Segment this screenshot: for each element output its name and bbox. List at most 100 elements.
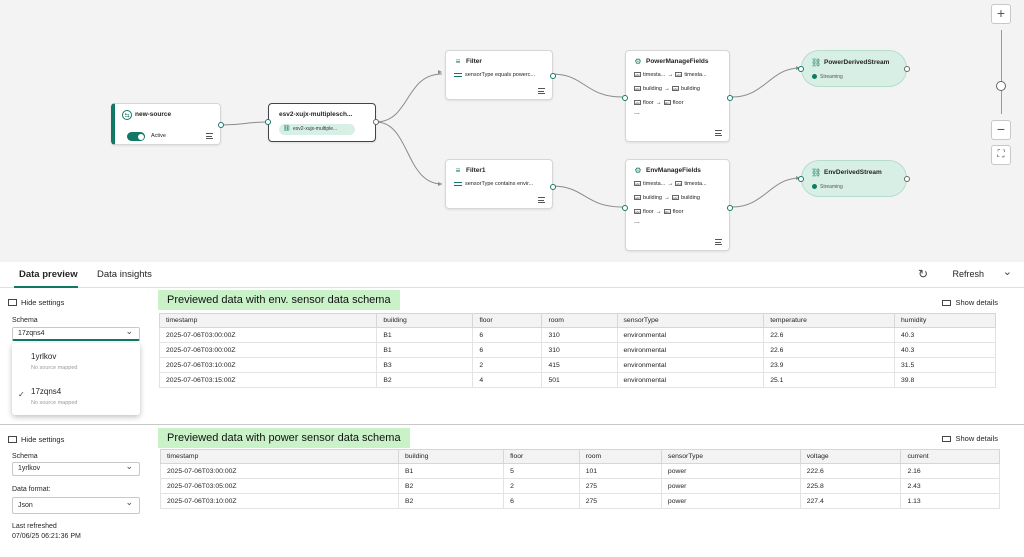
column-header[interactable]: sensorType — [616, 313, 765, 328]
table-cell: environmental — [616, 327, 765, 343]
column-header[interactable]: floor — [472, 313, 543, 328]
column-header[interactable]: room — [541, 313, 618, 328]
output-port[interactable] — [550, 73, 556, 79]
manage-fields-node[interactable]: ⚙ EnvManageFields abc timesta... → abc times… — [622, 159, 733, 251]
column-header[interactable]: humidity — [894, 313, 996, 328]
column-header[interactable]: voltage — [799, 449, 902, 464]
column-header[interactable]: building — [397, 449, 505, 464]
eventstream-chip: ⛓ esv2-xujx-multiple... — [279, 124, 355, 135]
zoom-out-button[interactable]: − — [991, 120, 1011, 140]
table-cell: B1 — [376, 342, 474, 358]
output-port[interactable] — [904, 176, 910, 182]
refresh-icon[interactable]: ↻ — [918, 267, 928, 281]
column-header[interactable]: current — [900, 449, 1000, 464]
output-port[interactable] — [727, 95, 733, 101]
chevron-down-icon[interactable]: ⌄ — [1003, 265, 1012, 278]
gear-icon: ⚙ — [634, 166, 642, 175]
menu-icon[interactable] — [538, 88, 545, 94]
table-cell: 2.16 — [900, 463, 1000, 479]
column-header[interactable]: timestamp — [158, 313, 378, 328]
column-header[interactable]: floor — [503, 449, 580, 464]
zoom-slider-thumb[interactable] — [996, 81, 1006, 91]
column-header[interactable]: building — [376, 313, 474, 328]
menu-icon[interactable] — [538, 197, 545, 203]
field-type-icon: abc — [634, 195, 641, 201]
column-header[interactable]: room — [578, 449, 662, 464]
table-row: 2025-07-06T03:15:00Z B2 4 501 environmental 2… — [158, 372, 996, 388]
column-header[interactable]: temperature — [763, 313, 896, 328]
output-port[interactable] — [218, 122, 224, 128]
dropdown-option-sub: No source mapped — [31, 400, 78, 406]
preview-callout: Previewed data with power sensor data sc… — [158, 428, 410, 448]
filter-title: Filter1 — [466, 167, 486, 174]
table-cell: 22.6 — [763, 342, 896, 358]
column-header[interactable]: timestamp — [160, 449, 399, 464]
source-node[interactable]: ⇆ new-source Active — [111, 103, 224, 145]
menu-icon[interactable] — [715, 239, 722, 245]
column-header[interactable]: sensorType — [660, 449, 801, 464]
preview-table: timestamp building floor room sensorType volt… — [160, 449, 1000, 509]
table-cell: 310 — [541, 327, 618, 343]
field-mapping: abc floor → abc floor — [634, 100, 684, 106]
tab-data-preview[interactable]: Data preview — [19, 269, 78, 280]
derived-stream-node[interactable]: ⛓ EnvDerivedStream Streaming — [798, 160, 910, 197]
input-port[interactable] — [622, 95, 628, 101]
zoom-slider-track[interactable] — [1001, 30, 1002, 114]
source-active-toggle[interactable] — [127, 132, 145, 141]
menu-icon[interactable] — [715, 130, 722, 136]
table-cell: 227.4 — [799, 493, 902, 509]
preview-table: timestamp building floor room sensorType temp… — [158, 313, 996, 388]
filter-title: Filter — [466, 58, 482, 65]
table-cell: 25.1 — [763, 372, 896, 388]
table-row: 2025-07-06T03:10:00Z B2 6 275 power 227.4 1.13 — [160, 493, 1000, 509]
dropdown-option[interactable]: 1yrlkov — [31, 352, 56, 361]
table-cell: 2 — [503, 478, 580, 494]
input-port[interactable] — [265, 119, 271, 125]
refresh-button[interactable]: Refresh — [952, 269, 984, 279]
manage-fields-node[interactable]: ⚙ PowerManageFields abc timesta... → abc tim… — [622, 50, 733, 142]
show-details-button[interactable]: Show details — [942, 434, 998, 443]
dropdown-option[interactable]: 17zqns4 — [31, 387, 61, 396]
data-format-select[interactable]: Json — [12, 495, 140, 514]
table-cell: 2025-07-06T03:10:00Z — [160, 493, 399, 509]
show-details-label: Show details — [955, 298, 998, 307]
table-cell: 2025-07-06T03:00:00Z — [160, 463, 399, 479]
schema-dropdown: 1yrlkov No source mapped ✓ 17zqns4 No so… — [12, 343, 140, 415]
schema-select[interactable]: 1yrlkov — [12, 460, 140, 476]
hide-settings-button[interactable]: Hide settings — [8, 435, 64, 444]
input-port[interactable] — [798, 176, 804, 182]
field-type-icon: abc — [671, 86, 679, 92]
eventstream-chip-label: esv2-xujx-multiple... — [293, 126, 338, 132]
output-port[interactable] — [727, 205, 733, 211]
filter-node[interactable]: ≡ Filter sensorType equals powerc... — [445, 50, 556, 100]
preview-panel-power: Hide settings Schema 1yrlkov Data format… — [0, 424, 1024, 557]
table-cell: 22.6 — [763, 327, 896, 343]
show-details-button[interactable]: Show details — [942, 298, 998, 307]
table-row: 2025-07-06T03:00:00Z B1 5 101 power 222.6 2.16 — [160, 463, 1000, 479]
output-port[interactable] — [550, 184, 556, 190]
field-type-icon: abc — [663, 209, 671, 215]
schema-label: Schema — [12, 453, 38, 460]
derived-stream-node[interactable]: ⛓ PowerDerivedStream Streaming — [798, 50, 910, 87]
hide-settings-label: Hide settings — [21, 298, 65, 307]
filter-node[interactable]: ≡ Filter1 sensorType contains envir... — [445, 159, 556, 209]
input-port[interactable] — [798, 66, 804, 72]
fit-view-button[interactable]: ⛶ — [991, 145, 1011, 165]
field-type-icon: abc — [634, 86, 641, 92]
table-cell: 5 — [503, 463, 580, 479]
schema-select[interactable]: 17zqns4 — [12, 325, 140, 341]
tab-data-insights[interactable]: Data insights — [97, 269, 152, 280]
menu-icon[interactable] — [206, 133, 213, 139]
streaming-status-icon — [812, 184, 817, 189]
condition-icon — [454, 72, 462, 77]
output-port[interactable] — [373, 119, 379, 125]
zoom-in-button[interactable]: + — [991, 4, 1011, 24]
eventstream-canvas[interactable]: ⇆ new-source Active esv2-xujx-multiplesc… — [0, 0, 1024, 262]
table-cell: 415 — [541, 357, 618, 373]
hide-settings-button[interactable]: Hide settings — [8, 298, 64, 307]
input-port[interactable] — [622, 205, 628, 211]
eventstream-node[interactable]: esv2-xujx-multiplesch... ⛓ esv2-xujx-mul… — [265, 103, 379, 142]
output-port[interactable] — [904, 66, 910, 72]
table-cell: 40.3 — [894, 327, 996, 343]
table-cell: 2025-07-06T03:10:00Z — [158, 357, 378, 373]
